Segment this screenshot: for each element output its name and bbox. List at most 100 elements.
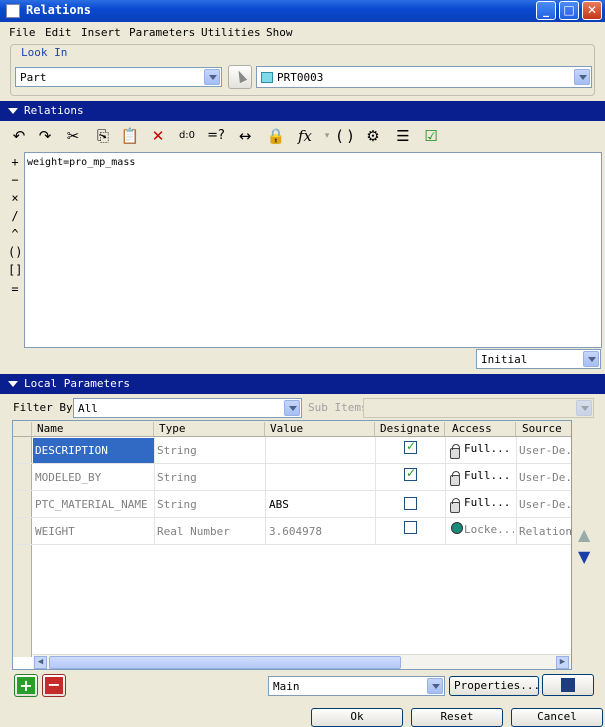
param-type[interactable]: String xyxy=(157,471,197,484)
close-button[interactable]: ✕ xyxy=(582,1,602,20)
chevron-down-icon[interactable] xyxy=(427,678,443,694)
param-type[interactable]: String xyxy=(157,444,197,457)
model-select[interactable]: PRT0003 xyxy=(256,66,592,88)
table-row[interactable]: WEIGHT Real Number 3.604978 Locke... Rel… xyxy=(13,518,572,545)
param-value[interactable]: 3.604978 xyxy=(269,525,322,538)
check-icon[interactable]: ☑ xyxy=(420,125,442,147)
menu-edit[interactable]: Edit xyxy=(45,26,72,39)
compare-icon[interactable]: =? xyxy=(205,125,227,147)
horizontal-scrollbar[interactable]: ◀ ▶ xyxy=(33,654,571,669)
maximize-button[interactable]: □ xyxy=(559,1,579,20)
designate-checkbox[interactable] xyxy=(404,439,417,454)
param-name[interactable]: DESCRIPTION xyxy=(35,444,108,457)
relations-mode-value: Initial xyxy=(481,353,528,366)
reset-button[interactable]: Reset xyxy=(411,708,503,727)
scroll-right-icon[interactable]: ▶ xyxy=(556,656,569,669)
menu-parameters[interactable]: Parameters xyxy=(129,26,195,39)
table-row[interactable]: DESCRIPTION String Full... User-De... xyxy=(13,437,571,464)
collapse-triangle-icon[interactable] xyxy=(8,108,18,114)
paste-icon[interactable]: 📋 xyxy=(119,125,141,147)
operator-divide[interactable]: / xyxy=(8,209,22,223)
select-model-button[interactable] xyxy=(228,65,252,89)
param-name[interactable]: MODELED_BY xyxy=(35,471,101,484)
undo-icon[interactable]: ↶ xyxy=(8,125,30,147)
menu-show[interactable]: Show xyxy=(266,26,293,39)
brackets-icon[interactable]: ( ) xyxy=(334,125,356,147)
relations-section-header[interactable]: Relations xyxy=(0,101,605,121)
param-type[interactable]: String xyxy=(157,498,197,511)
chevron-down-icon[interactable] xyxy=(284,400,300,416)
properties-button[interactable]: Properties... xyxy=(449,676,540,696)
filter-by-select[interactable]: All xyxy=(73,398,302,418)
sort-icon[interactable]: ☰ xyxy=(392,125,414,147)
param-source: Relation xyxy=(519,525,572,538)
add-parameter-button[interactable]: + xyxy=(14,674,38,697)
function-icon[interactable]: fx xyxy=(294,125,316,147)
collapse-triangle-icon[interactable] xyxy=(8,381,18,387)
operator-power[interactable]: ^ xyxy=(8,227,22,241)
row-header[interactable] xyxy=(13,518,32,544)
operator-brackets[interactable]: [] xyxy=(8,263,22,277)
operator-plus[interactable]: + xyxy=(8,155,22,169)
param-name[interactable]: WEIGHT xyxy=(35,525,75,538)
relations-mode-select[interactable]: Initial xyxy=(476,349,601,369)
menu-file[interactable]: File xyxy=(9,26,36,39)
operator-equals[interactable]: = xyxy=(8,282,22,296)
column-name[interactable]: Name xyxy=(33,422,154,436)
designate-checkbox[interactable] xyxy=(404,466,417,481)
delete-icon[interactable]: ✕ xyxy=(147,125,169,147)
column-access[interactable]: Access xyxy=(446,422,516,436)
param-type[interactable]: Real Number xyxy=(157,525,230,538)
chevron-down-icon[interactable] xyxy=(574,69,590,85)
operator-parens[interactable]: () xyxy=(8,245,22,259)
param-value[interactable]: ABS xyxy=(269,498,289,511)
move-up-icon[interactable]: ▲ xyxy=(578,525,590,544)
scrollbar-thumb[interactable] xyxy=(49,656,401,669)
param-access[interactable]: Locke... xyxy=(464,523,514,536)
column-value[interactable]: Value xyxy=(266,422,375,436)
menu-insert[interactable]: Insert xyxy=(81,26,121,39)
copy-icon[interactable]: ⎘ xyxy=(92,125,114,147)
param-access[interactable]: Full... xyxy=(464,469,514,482)
chevron-down-icon[interactable] xyxy=(583,351,599,367)
scroll-left-icon[interactable]: ◀ xyxy=(34,656,47,669)
local-parameters-section-header[interactable]: Local Parameters xyxy=(0,374,605,394)
verify-icon[interactable]: ⚙ xyxy=(362,125,384,147)
local-parameters-label: Local Parameters xyxy=(24,377,130,390)
units-icon[interactable]: ↔ xyxy=(234,125,256,147)
minimize-button[interactable]: _ xyxy=(536,1,556,20)
row-header[interactable] xyxy=(13,491,32,517)
row-header[interactable] xyxy=(13,464,32,490)
table-settings-button[interactable] xyxy=(542,674,594,696)
menu-utilities[interactable]: Utilities xyxy=(201,26,261,39)
relations-editor[interactable]: weight=pro_mp_mass xyxy=(24,152,602,348)
column-type[interactable]: Type xyxy=(155,422,265,436)
operator-multiply[interactable]: × xyxy=(8,191,22,205)
param-name[interactable]: PTC_MATERIAL_NAME xyxy=(35,498,154,511)
window-title: Relations xyxy=(26,3,92,17)
redo-icon[interactable]: ↷ xyxy=(34,125,56,147)
chevron-down-icon[interactable] xyxy=(204,69,220,85)
cut-icon[interactable]: ✂ xyxy=(62,125,84,147)
cancel-button[interactable]: Cancel xyxy=(511,708,603,727)
row-header-corner xyxy=(13,422,32,436)
row-header[interactable] xyxy=(13,437,32,463)
evaluate-icon[interactable]: d:0 xyxy=(176,125,198,147)
ok-button[interactable]: Ok xyxy=(311,708,403,727)
param-source: User-De... xyxy=(519,498,572,511)
operator-minus[interactable]: − xyxy=(8,173,22,187)
title-bar: Relations _ □ ✕ xyxy=(0,0,605,22)
column-designate[interactable]: Designate xyxy=(376,422,445,436)
move-down-icon[interactable]: ▼ xyxy=(578,547,590,566)
designate-checkbox[interactable] xyxy=(404,521,417,534)
main-select[interactable]: Main xyxy=(268,676,445,696)
remove-parameter-button[interactable]: − xyxy=(42,674,66,697)
param-access[interactable]: Full... xyxy=(464,496,514,509)
param-access[interactable]: Full... xyxy=(464,442,514,455)
table-row[interactable]: MODELED_BY String Full... User-De... xyxy=(13,464,571,491)
lock-icon[interactable]: 🔒 xyxy=(265,125,287,147)
table-row[interactable]: PTC_MATERIAL_NAME String ABS Full... Use… xyxy=(13,491,572,518)
designate-checkbox[interactable] xyxy=(404,497,417,510)
look-in-type-select[interactable]: Part xyxy=(15,67,222,87)
column-source[interactable]: Source xyxy=(517,422,571,436)
